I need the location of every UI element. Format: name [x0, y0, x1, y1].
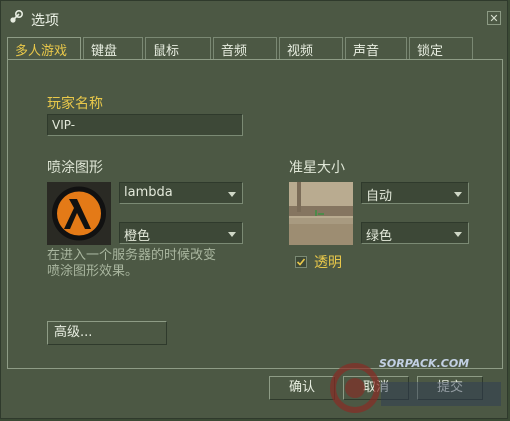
spray-image-value: lambda — [124, 185, 173, 200]
player-name-input[interactable]: VIP- — [47, 114, 243, 136]
chevron-down-icon — [228, 232, 236, 237]
crosshair-color-dropdown[interactable]: 绿色 — [361, 222, 469, 244]
tab-label: 鼠标 — [153, 44, 180, 59]
tab-audio[interactable]: 音频 — [213, 37, 277, 59]
tab-label: 锁定 — [417, 44, 444, 59]
crosshair-preview-image — [289, 182, 353, 245]
tab-voice[interactable]: 声音 — [345, 37, 407, 59]
tab-label: 音频 — [221, 44, 248, 59]
chevron-down-icon — [454, 192, 462, 197]
spray-image-dropdown[interactable]: lambda — [119, 182, 243, 204]
title-bar[interactable]: 选项 ✕ — [1, 1, 507, 33]
close-icon: ✕ — [489, 12, 499, 25]
tab-keyboard[interactable]: 键盘 — [83, 37, 143, 59]
crosshair-size-value: 自动 — [366, 189, 393, 204]
watermark-logo: SORPACK.COM — [325, 354, 505, 414]
tab-label: 声音 — [353, 44, 380, 59]
window-title: 选项 — [31, 13, 59, 29]
tab-lock[interactable]: 锁定 — [409, 37, 473, 59]
spray-label: 喷涂图形 — [47, 160, 103, 176]
tab-multiplayer[interactable]: 多人游戏 — [7, 37, 81, 61]
translucent-checkbox[interactable] — [295, 256, 307, 268]
steam-logo-icon — [10, 9, 24, 23]
chevron-down-icon — [228, 192, 236, 197]
tab-mouse[interactable]: 鼠标 — [145, 37, 211, 59]
crosshair-size-dropdown[interactable]: 自动 — [361, 182, 469, 204]
player-name-value: VIP- — [52, 118, 76, 132]
options-dialog: 选项 ✕ 多人游戏 键盘 鼠标 音频 视频 声音 锁定 玩家名称 VIP- 喷涂… — [0, 0, 508, 419]
advanced-button-label: 高级... — [54, 325, 93, 340]
tab-label: 视频 — [287, 44, 314, 59]
translucent-label[interactable]: 透明 — [314, 252, 342, 272]
help-line: 喷涂图形效果。 — [47, 264, 139, 279]
player-name-label: 玩家名称 — [47, 96, 103, 112]
spray-color-dropdown[interactable]: 橙色 — [119, 222, 243, 244]
help-line: 在进入一个服务器的时候改变 — [47, 248, 217, 263]
spray-help-text: 在进入一个服务器的时候改变 喷涂图形效果。 — [47, 248, 216, 280]
tab-label: 键盘 — [91, 44, 118, 59]
crosshair-color-value: 绿色 — [366, 229, 393, 244]
close-button[interactable]: ✕ — [487, 11, 501, 25]
multiplayer-panel: 玩家名称 VIP- 喷涂图形 lambda 橙色 在进入一个服务器的时候改变 喷… — [7, 59, 503, 369]
ok-button-label: 确认 — [288, 380, 315, 395]
tab-label: 多人游戏 — [15, 44, 68, 59]
watermark-site-text: SORPACK.COM — [379, 357, 470, 370]
spray-color-value: 橙色 — [124, 229, 151, 244]
spray-preview-lambda-icon — [47, 182, 111, 245]
advanced-button[interactable]: 高级... — [47, 321, 167, 345]
chevron-down-icon — [454, 232, 462, 237]
crosshair-label: 准星大小 — [289, 160, 345, 176]
tab-video[interactable]: 视频 — [279, 37, 343, 59]
checkmark-icon — [296, 258, 306, 266]
